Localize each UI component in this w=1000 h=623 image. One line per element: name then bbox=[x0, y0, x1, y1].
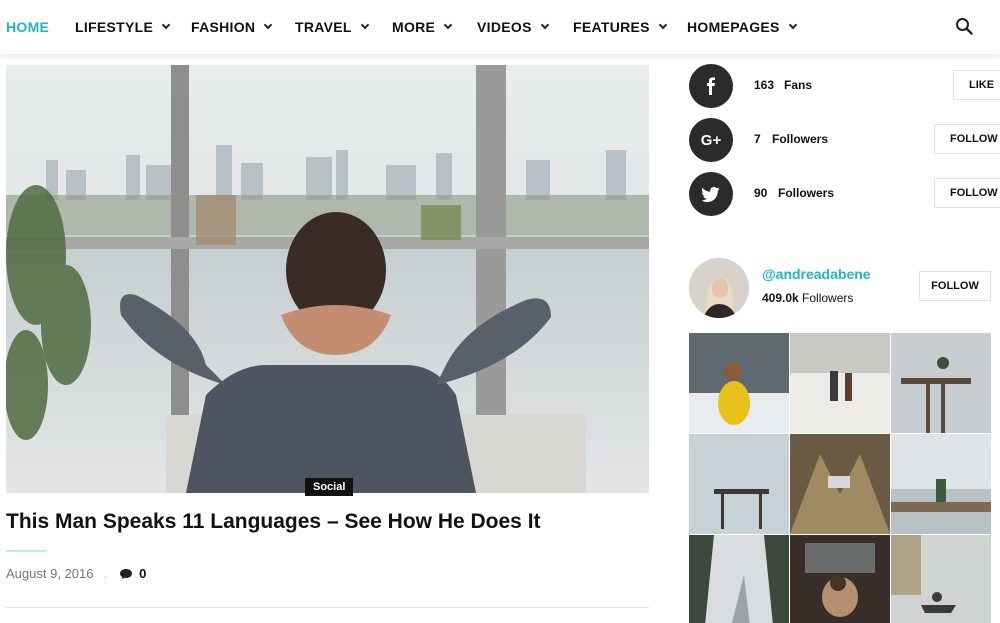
post-divider bbox=[6, 607, 649, 608]
twitter-icon[interactable] bbox=[689, 172, 733, 216]
instagram-photo-car-splash[interactable] bbox=[790, 434, 890, 534]
instagram-photo-lake-platform[interactable] bbox=[689, 434, 789, 534]
chevron-down-icon bbox=[540, 20, 549, 30]
nav-item-videos[interactable]: VIDEOS bbox=[477, 18, 549, 36]
social-row-twitter: 90 Followers FOLLOW bbox=[689, 172, 1000, 216]
instagram-followers-count: 409.0k bbox=[762, 291, 799, 305]
instagram-photo-pier-ladder[interactable] bbox=[891, 333, 991, 433]
instagram-photo-shore-walker[interactable] bbox=[891, 434, 991, 534]
title-divider bbox=[6, 550, 46, 552]
instagram-photo-grid bbox=[689, 333, 991, 623]
instagram-photo-misty-boat[interactable] bbox=[891, 535, 991, 623]
post-date: August 9, 2016 bbox=[6, 566, 94, 581]
search-icon[interactable] bbox=[955, 17, 973, 35]
instagram-follow-button[interactable]: FOLLOW bbox=[919, 271, 991, 301]
nav-item-features[interactable]: FEATURES bbox=[573, 18, 668, 36]
nav-item-lifestyle[interactable]: LIFESTYLE bbox=[75, 18, 171, 36]
instagram-handle[interactable]: @andreadabene bbox=[762, 266, 871, 282]
instagram-photo-yellow-jacket-girl[interactable] bbox=[689, 333, 789, 433]
nav-item-home[interactable]: HOME bbox=[6, 18, 49, 36]
instagram-avatar[interactable] bbox=[689, 258, 749, 318]
instagram-followers-label: Followers bbox=[802, 291, 854, 305]
facebook-count: 163 bbox=[754, 78, 775, 92]
instagram-photo-snowy-path[interactable] bbox=[689, 535, 789, 623]
post-category-badge[interactable]: Social bbox=[305, 478, 354, 496]
post-title[interactable]: This Man Speaks 11 Languages – See How H… bbox=[6, 510, 541, 534]
instagram-photo-winter-field-couple[interactable] bbox=[790, 333, 890, 433]
twitter-count: 90 bbox=[754, 186, 768, 200]
chevron-down-icon bbox=[658, 20, 668, 30]
twitter-label: Followers bbox=[778, 186, 835, 200]
google-plus-icon[interactable]: G+ bbox=[689, 118, 733, 162]
google-plus-label: Followers bbox=[772, 132, 829, 146]
instagram-followers: 409.0k Followers bbox=[762, 291, 853, 305]
nav-item-more[interactable]: MORE bbox=[392, 18, 453, 36]
twitter-follow-button[interactable]: FOLLOW bbox=[934, 178, 1000, 208]
nav-item-travel[interactable]: TRAVEL bbox=[295, 18, 370, 36]
social-row-facebook: 163 Fans LIKE bbox=[689, 64, 1000, 108]
man-relaxing-photo bbox=[6, 65, 649, 493]
post-meta: August 9, 2016 . 0 bbox=[6, 566, 146, 581]
chevron-down-icon bbox=[443, 20, 453, 30]
google-plus-follow-button[interactable]: FOLLOW bbox=[934, 124, 1000, 154]
social-row-google-plus: G+ 7 Followers FOLLOW bbox=[689, 118, 1000, 162]
chevron-down-icon bbox=[360, 20, 370, 30]
chevron-down-icon bbox=[161, 20, 171, 30]
nav-item-homepages[interactable]: HOMEPAGES bbox=[687, 18, 797, 36]
google-plus-count: 7 bbox=[754, 132, 761, 146]
post-featured-image[interactable] bbox=[6, 65, 649, 493]
meta-separator: . bbox=[103, 566, 108, 581]
chevron-down-icon bbox=[788, 20, 797, 30]
like-button[interactable]: LIKE bbox=[953, 70, 1000, 100]
chevron-down-icon bbox=[264, 20, 273, 30]
facebook-icon[interactable] bbox=[689, 64, 733, 108]
facebook-label: Fans bbox=[784, 78, 813, 92]
comment-count[interactable]: 0 bbox=[139, 566, 146, 581]
nav-item-fashion[interactable]: FASHION bbox=[191, 18, 273, 36]
main-nav: HOME LIFESTYLE FASHION TRAVEL MORE VIDEO… bbox=[0, 0, 1000, 54]
instagram-photo-car-interior[interactable] bbox=[790, 535, 890, 623]
comment-icon[interactable] bbox=[119, 568, 133, 580]
